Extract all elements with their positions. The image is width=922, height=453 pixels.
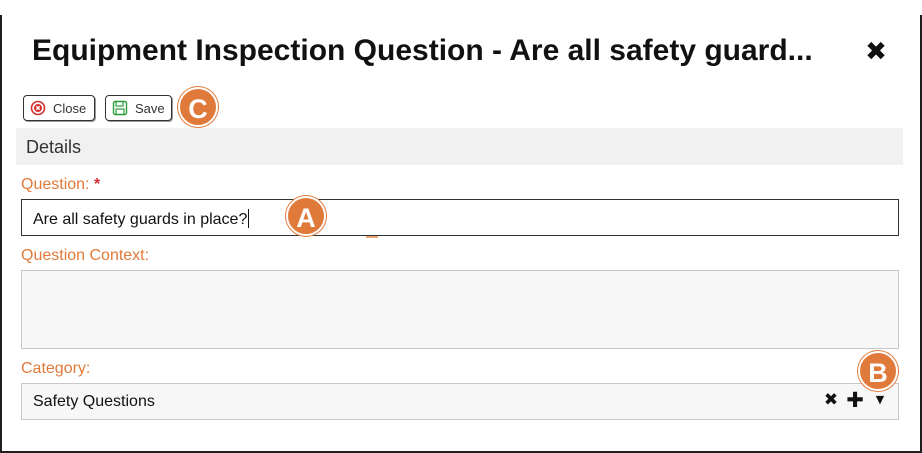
save-button-label: Save [135,100,165,116]
decorative-tick [366,236,378,238]
category-select-value: Safety Questions [33,393,155,410]
add-category-icon[interactable]: ✚ [845,389,865,411]
chevron-down-icon[interactable]: ▼ [871,389,889,411]
question-label-text: Question: [21,176,90,193]
details-section-header: Details [16,128,903,165]
question-context-textarea[interactable] [21,270,899,349]
callout-badge-c: C [178,87,218,127]
required-marker: * [93,176,101,193]
question-input[interactable]: Are all safety guards in place? [21,199,899,236]
close-circle-icon [30,100,46,116]
floppy-disk-icon [112,100,128,116]
close-button-label: Close [53,100,87,116]
dialog-close-icon[interactable]: ✖ [862,38,890,66]
question-input-value: Are all safety guards in place? [33,211,248,228]
dialog-title: Equipment Inspection Question - Are all … [32,34,813,67]
callout-badge-b: B [858,351,898,391]
close-button[interactable]: Close [23,95,95,121]
text-caret [248,209,250,228]
category-select[interactable]: Safety Questions [21,383,899,420]
save-button[interactable]: Save [105,95,172,121]
question-label: Question: * [21,176,100,194]
callout-badge-a: A [286,196,326,236]
category-label: Category: [21,360,91,377]
question-context-label: Question Context: [21,247,150,264]
clear-category-icon[interactable]: ✖ [822,389,840,411]
